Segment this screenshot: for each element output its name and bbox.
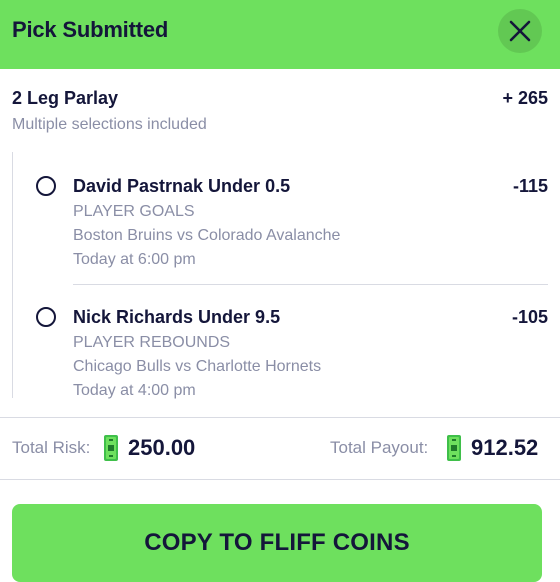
leg-name: Nick Richards Under 9.5 xyxy=(73,307,281,327)
leg-odds: -115 xyxy=(512,176,548,196)
total-risk-value: 250.00 xyxy=(128,435,196,460)
leg-radio[interactable] xyxy=(36,176,56,196)
close-button[interactable] xyxy=(498,9,542,53)
leg-matchup: Chicago Bulls vs Charlotte Hornets xyxy=(73,358,322,375)
divider xyxy=(0,417,560,418)
parlay-odds: + 265 xyxy=(502,88,548,108)
page-title: Pick Submitted xyxy=(12,17,169,42)
leg-matchup: Boston Bruins vs Colorado Avalanche xyxy=(73,227,341,244)
leg-market: PLAYER GOALS xyxy=(73,203,195,220)
leg-market: PLAYER REBOUNDS xyxy=(73,334,231,351)
total-payout-value: 912.52 xyxy=(471,435,539,460)
header-bar: Pick Submitted xyxy=(0,0,560,69)
copy-button-label: COPY TO FLIFF COINS xyxy=(144,529,410,556)
fliff-cash-icon xyxy=(104,435,118,461)
parlay-subtitle: Multiple selections included xyxy=(12,116,207,133)
leg-radio[interactable] xyxy=(36,307,56,327)
parlay-title: 2 Leg Parlay xyxy=(12,88,119,108)
leg-name: David Pastrnak Under 0.5 xyxy=(73,176,291,196)
leg-odds: -105 xyxy=(511,307,548,327)
copy-to-fliff-coins-button[interactable]: COPY TO FLIFF COINS xyxy=(12,504,542,582)
leg-divider xyxy=(73,284,548,285)
fliff-cash-icon xyxy=(447,435,461,461)
total-risk-label: Total Risk: xyxy=(12,438,91,457)
legs-connector-line xyxy=(12,152,13,398)
total-payout-label: Total Payout: xyxy=(330,438,429,457)
close-icon xyxy=(509,20,531,42)
leg-time: Today at 4:00 pm xyxy=(73,382,196,399)
leg-time: Today at 6:00 pm xyxy=(73,251,196,268)
divider xyxy=(0,479,560,480)
